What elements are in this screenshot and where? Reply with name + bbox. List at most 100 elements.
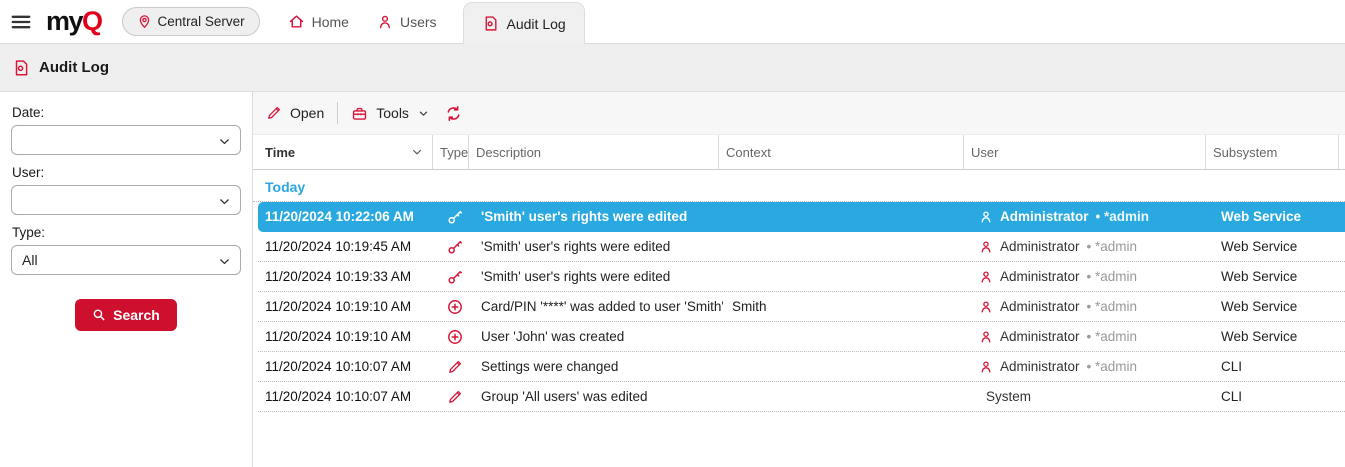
home-icon [288,13,305,30]
cell-subsystem: Web Service [1210,269,1343,284]
content: Date: User: Type: All Search [0,92,1345,467]
user-icon-slot [979,360,993,374]
key-icon [447,209,463,225]
cell-subsystem: Web Service [1210,209,1343,224]
sort-chevron-down-icon[interactable] [411,146,423,158]
table-body: Today 11/20/2024 10:22:06 AM 'Smith' use… [253,170,1345,467]
column-header-subsystem-label: Subsystem [1213,145,1277,160]
open-button[interactable]: Open [266,105,324,121]
person-icon [979,360,993,374]
cell-type [437,269,473,285]
column-header-subsystem[interactable]: Subsystem [1205,135,1338,169]
table-row[interactable]: 11/20/2024 10:19:10 AM User 'John' was c… [258,322,1345,352]
cell-user-detail: • *admin [1087,299,1138,314]
table-row[interactable]: 11/20/2024 10:10:07 AM Settings were cha… [258,352,1345,382]
nav-users-label: Users [400,14,437,30]
user-icon-slot [979,330,993,344]
type-filter-value: All [22,252,38,268]
cell-subsystem: Web Service [1210,239,1343,254]
cell-time: 11/20/2024 10:19:10 AM [258,329,437,344]
pencil-icon [447,359,463,375]
column-header-spacer [1338,135,1345,169]
person-icon [979,240,993,254]
toolbox-icon [351,105,368,122]
column-header-user[interactable]: User [963,135,1205,169]
page-header: Audit Log [0,44,1345,92]
table-row[interactable]: 11/20/2024 10:19:10 AM Card/PIN '****' w… [258,292,1345,322]
table-row[interactable]: 11/20/2024 10:22:06 AM 'Smith' user's ri… [258,202,1345,232]
cell-time: 11/20/2024 10:10:07 AM [258,359,437,374]
key-icon [447,239,463,255]
plus-circle-icon [447,329,463,345]
user-icon [377,14,393,30]
tab-audit-log-label: Audit Log [507,16,566,32]
cell-time: 11/20/2024 10:10:07 AM [258,389,437,404]
cell-time: 11/20/2024 10:19:33 AM [258,269,437,284]
chevron-down-icon [218,135,231,148]
cell-description: 'Smith' user's rights were edited [473,209,723,224]
cell-user: Administrator • *admin [968,209,1210,224]
type-filter-select[interactable]: All [11,245,241,275]
nav-item-home[interactable]: Home [288,13,349,30]
column-header-user-label: User [971,145,998,160]
cell-user-name: Administrator [1000,269,1080,284]
tab-audit-log[interactable]: Audit Log [463,2,585,44]
cell-description: 'Smith' user's rights were edited [473,239,723,254]
date-group-header: Today [253,170,1345,202]
date-filter-label: Date: [12,105,241,120]
nav-item-users[interactable]: Users [377,14,437,30]
cell-user: Administrator • *admin [968,329,1210,344]
cell-type [437,329,473,345]
location-pin-icon [137,14,152,29]
cell-time: 11/20/2024 10:19:10 AM [258,299,437,314]
table-row[interactable]: 11/20/2024 10:19:45 AM 'Smith' user's ri… [258,232,1345,262]
server-pill-label: Central Server [158,14,245,29]
cell-subsystem: Web Service [1210,299,1343,314]
search-button[interactable]: Search [75,299,177,331]
pencil-icon [266,105,282,121]
hamburger-menu-icon[interactable] [10,11,32,33]
logo-text-my: my [46,6,82,36]
cell-subsystem: CLI [1210,359,1343,374]
column-header-type[interactable]: Type [432,135,468,169]
cell-subsystem: Web Service [1210,329,1343,344]
column-header-time[interactable]: Time [253,135,432,169]
person-icon [979,330,993,344]
top-bar: myQ Central Server Home Users Audit Log [0,0,1345,44]
date-filter-select[interactable] [11,125,241,155]
cell-type [437,359,473,375]
audit-log-icon [12,59,30,77]
cell-user: Administrator • *admin [968,299,1210,314]
toolbar-separator [337,102,338,124]
refresh-icon[interactable] [445,105,462,122]
cell-user-detail: • *admin [1087,239,1138,254]
cell-user-name: Administrator [1000,239,1080,254]
column-header-time-label: Time [265,145,295,160]
search-icon [92,308,106,322]
table-row[interactable]: 11/20/2024 10:10:07 AM Group 'All users'… [258,382,1345,412]
user-filter-select[interactable] [11,185,241,215]
cell-user: Administrator • *admin [968,239,1210,254]
cell-type [437,389,473,405]
tools-button-label: Tools [376,105,409,121]
cell-user: System [968,389,1210,404]
tools-button[interactable]: Tools [351,105,429,122]
column-header-context[interactable]: Context [718,135,963,169]
person-icon [979,210,993,224]
cell-description: User 'John' was created [473,329,723,344]
page-title: Audit Log [39,59,109,76]
cell-user-detail: • *admin [1087,329,1138,344]
cell-user: Administrator • *admin [968,269,1210,284]
user-icon-slot [979,270,993,284]
column-header-context-label: Context [726,145,771,160]
cell-time: 11/20/2024 10:19:45 AM [258,239,437,254]
table-row[interactable]: 11/20/2024 10:19:33 AM 'Smith' user's ri… [258,262,1345,292]
server-selector-button[interactable]: Central Server [122,7,260,36]
cell-context: Smith [723,299,968,314]
column-header-description[interactable]: Description [468,135,718,169]
cell-description: Settings were changed [473,359,723,374]
plus-circle-icon [447,299,463,315]
user-filter-label: User: [12,165,241,180]
cell-subsystem: CLI [1210,389,1343,404]
myq-logo[interactable]: myQ [46,8,102,35]
